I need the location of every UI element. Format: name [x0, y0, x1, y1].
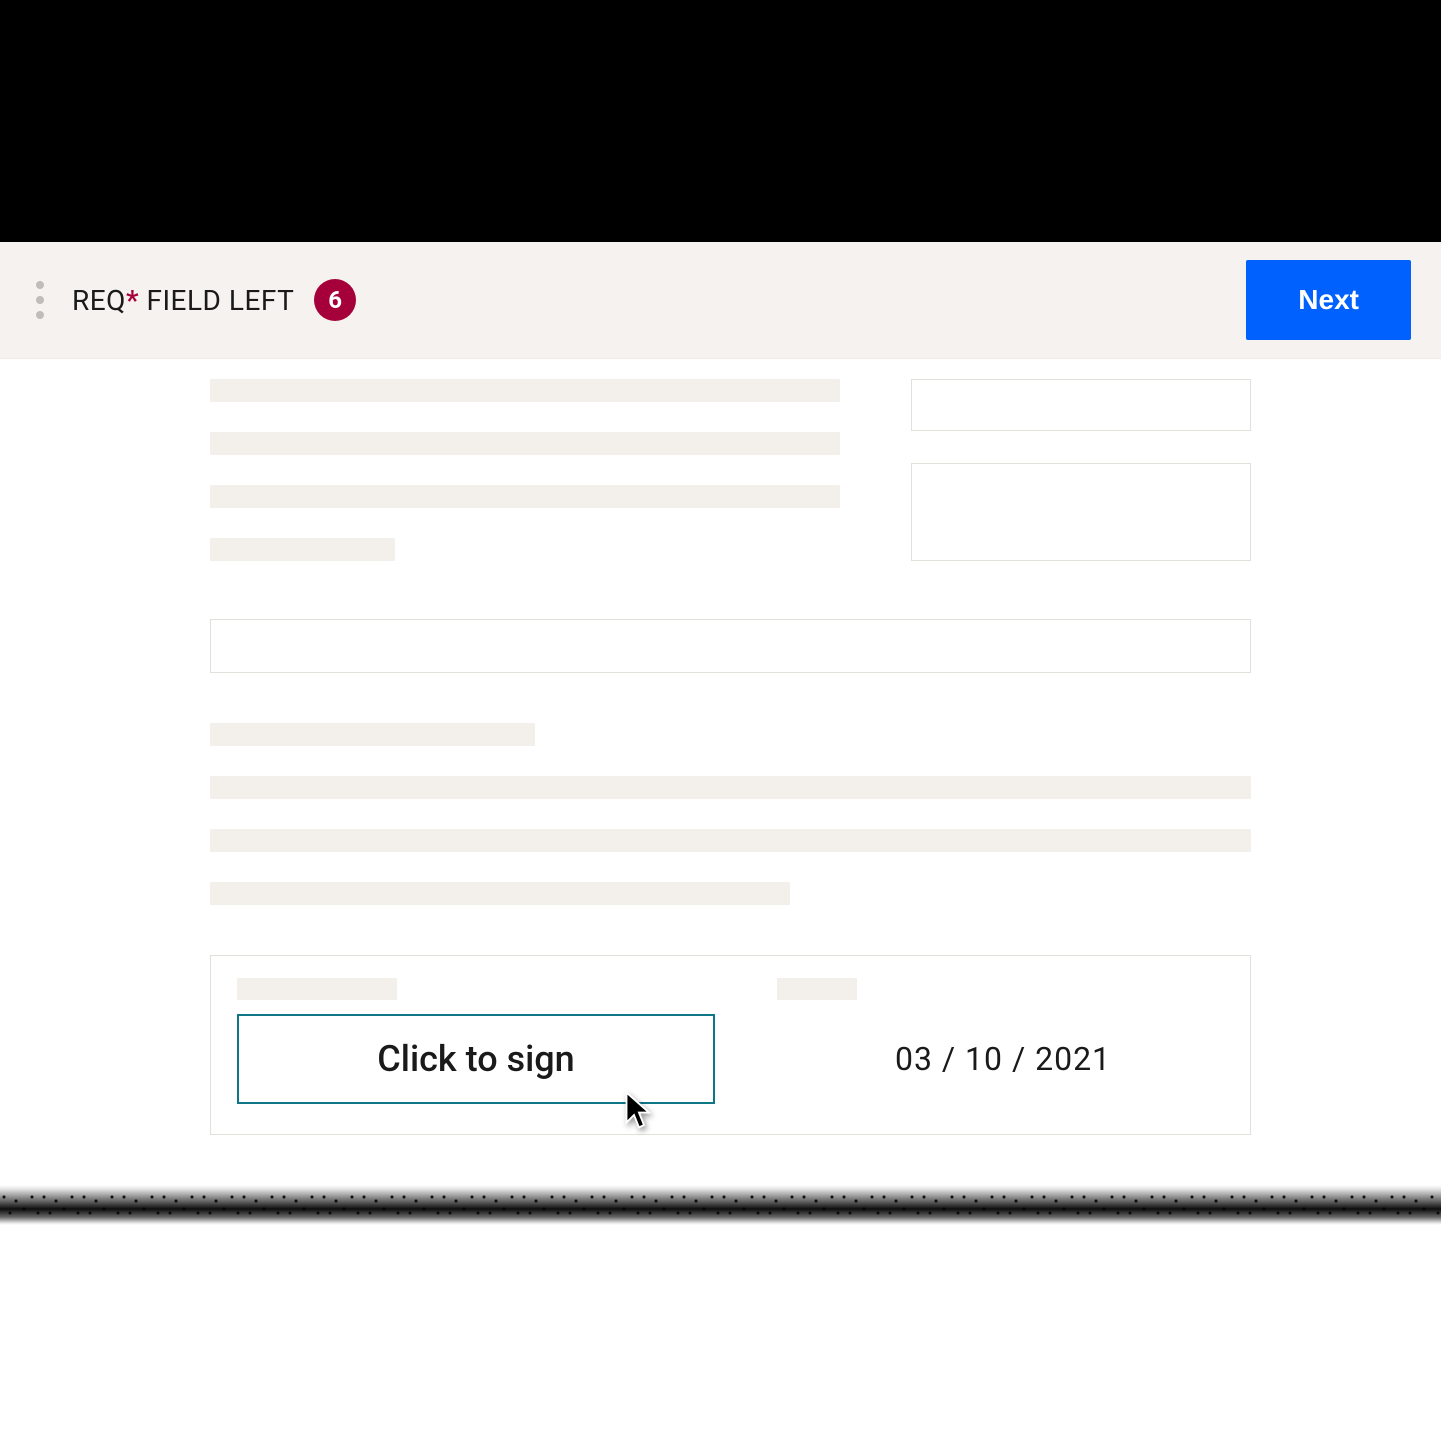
- click-to-sign-button[interactable]: Click to sign: [237, 1014, 715, 1104]
- signature-labels-row: [237, 978, 1224, 1000]
- required-fields-label: REQ* FIELD LEFT 6: [72, 279, 356, 321]
- date-label-placeholder: [777, 978, 857, 1000]
- required-count-badge: 6: [314, 279, 356, 321]
- text-placeholder: [210, 829, 1251, 852]
- text-placeholder: [210, 432, 840, 455]
- placeholder-col-right: [911, 379, 1251, 561]
- text-placeholder: [210, 723, 535, 746]
- placeholder-col-left: [210, 379, 841, 561]
- form-field-wide[interactable]: [210, 619, 1251, 673]
- text-placeholder: [210, 485, 840, 508]
- signature-row: Click to sign 03 / 10 / 2021: [237, 1014, 1224, 1104]
- top-placeholder-row: [210, 379, 1251, 561]
- middle-placeholder-section: [210, 723, 1251, 905]
- signature-date: 03 / 10 / 2021: [895, 1040, 1111, 1078]
- text-placeholder: [210, 538, 395, 561]
- form-field-box[interactable]: [911, 463, 1251, 561]
- header-left-group: REQ* FIELD LEFT 6: [36, 279, 356, 321]
- document-area: Click to sign 03 / 10 / 2021: [0, 359, 1441, 1255]
- signature-label-placeholder: [237, 978, 397, 1000]
- more-menu-icon[interactable]: [36, 281, 44, 319]
- top-black-region: [0, 0, 1441, 242]
- form-field-box[interactable]: [911, 379, 1251, 431]
- header-bar: REQ* FIELD LEFT 6 Next: [0, 242, 1441, 359]
- text-placeholder: [210, 379, 840, 402]
- signature-container: Click to sign 03 / 10 / 2021: [210, 955, 1251, 1135]
- bottom-shadow-decoration: [0, 1185, 1441, 1225]
- req-suffix: FIELD LEFT: [139, 284, 294, 317]
- req-prefix: REQ: [72, 284, 126, 317]
- required-asterisk: *: [126, 284, 139, 317]
- text-placeholder: [210, 776, 1251, 799]
- cursor-icon: [623, 1090, 655, 1130]
- text-placeholder: [210, 882, 790, 905]
- next-button[interactable]: Next: [1246, 260, 1411, 340]
